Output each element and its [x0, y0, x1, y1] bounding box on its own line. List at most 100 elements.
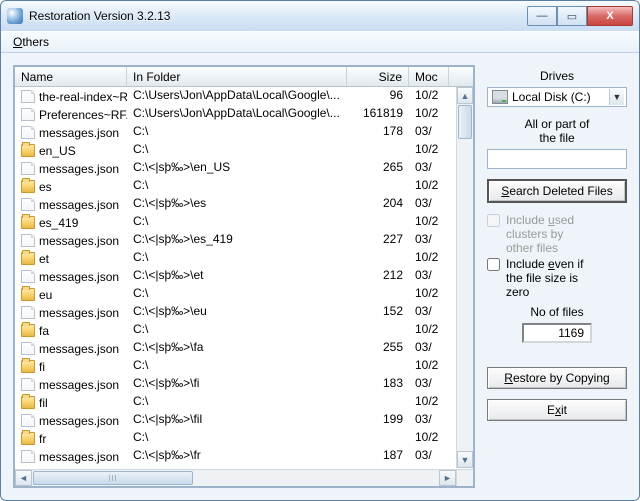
cell-size	[347, 393, 409, 411]
col-folder[interactable]: In Folder	[127, 67, 347, 86]
close-button[interactable]: X	[587, 6, 633, 26]
cell-name: fi	[15, 357, 127, 375]
cell-size: 255	[347, 339, 409, 357]
cell-size: 178	[347, 123, 409, 141]
table-row[interactable]: frC:\10/2	[15, 429, 473, 447]
file-icon	[21, 198, 35, 211]
file-name: messages.json	[39, 450, 119, 464]
file-icon	[21, 234, 35, 247]
cell-size: 187	[347, 447, 409, 465]
cell-name: messages.json	[15, 339, 127, 357]
restore-by-copying-button[interactable]: Restore by Copying	[487, 367, 627, 389]
cell-name: fr	[15, 429, 127, 447]
table-row[interactable]: messages.jsonC:\<|sþ‰>\fa25503/	[15, 339, 473, 357]
col-name[interactable]: Name	[15, 67, 127, 86]
table-row[interactable]: fiC:\10/2	[15, 357, 473, 375]
cell-folder: C:\<|sþ‰>\eu	[127, 303, 347, 321]
maximize-button[interactable]: ▭	[557, 6, 587, 26]
cell-folder: C:\<|sþ‰>\fil	[127, 411, 347, 429]
scroll-right-button[interactable]: ►	[439, 470, 456, 486]
cell-name: en_US	[15, 141, 127, 159]
folder-icon	[21, 432, 35, 445]
cell-size: 161819	[347, 105, 409, 123]
table-row[interactable]: etC:\10/2	[15, 249, 473, 267]
folder-icon	[21, 216, 35, 229]
filename-filter-input[interactable]	[487, 149, 627, 169]
cell-folder: C:\	[127, 141, 347, 159]
vertical-scrollbar[interactable]: ▲ ▼	[456, 87, 473, 468]
cell-size	[347, 285, 409, 303]
file-name: messages.json	[39, 270, 119, 284]
table-row[interactable]: the-real-index~R...C:\Users\Jon\AppData\…	[15, 87, 473, 105]
folder-icon	[21, 396, 35, 409]
drive-select[interactable]: Local Disk (C:) ▼	[487, 87, 627, 107]
cell-name: fil	[15, 393, 127, 411]
table-row[interactable]: en_USC:\10/2	[15, 141, 473, 159]
file-name: messages.json	[39, 378, 119, 392]
cell-mod: 03/	[409, 123, 449, 141]
scroll-up-button[interactable]: ▲	[457, 87, 473, 104]
chevron-down-icon[interactable]: ▼	[609, 89, 624, 105]
exit-button[interactable]: Exit	[487, 399, 627, 421]
table-row[interactable]: filC:\10/2	[15, 393, 473, 411]
cell-folder: C:\<|sþ‰>\es	[127, 195, 347, 213]
list-body[interactable]: the-real-index~R...C:\Users\Jon\AppData\…	[15, 87, 473, 486]
cell-name: the-real-index~R...	[15, 87, 127, 105]
cell-name: messages.json	[15, 123, 127, 141]
vscroll-thumb[interactable]	[458, 105, 472, 139]
horizontal-scrollbar[interactable]: ◄ ►	[15, 469, 456, 486]
cell-folder: C:\	[127, 393, 347, 411]
cell-folder: C:\<|sþ‰>\fi	[127, 375, 347, 393]
table-row[interactable]: faC:\10/2	[15, 321, 473, 339]
cell-name: es_419	[15, 213, 127, 231]
table-row[interactable]: esC:\10/2	[15, 177, 473, 195]
cell-mod: 10/2	[409, 213, 449, 231]
window-buttons: — ▭ X	[527, 6, 633, 26]
table-row[interactable]: messages.jsonC:\<|sþ‰>\fi18303/	[15, 375, 473, 393]
file-name: messages.json	[39, 414, 119, 428]
table-row[interactable]: messages.jsonC:\<|sþ‰>\eu15203/	[15, 303, 473, 321]
file-name: fil	[39, 396, 48, 410]
table-row[interactable]: es_419C:\10/2	[15, 213, 473, 231]
app-window: Restoration Version 3.2.13 — ▭ X Others …	[0, 0, 640, 501]
file-name: messages.json	[39, 198, 119, 212]
cell-name: et	[15, 249, 127, 267]
file-name: fa	[39, 324, 49, 338]
table-row[interactable]: messages.jsonC:\<|sþ‰>\fil19903/	[15, 411, 473, 429]
cell-name: messages.json	[15, 267, 127, 285]
col-size[interactable]: Size	[347, 67, 409, 86]
search-deleted-files-button[interactable]: Search Deleted Files	[487, 179, 627, 203]
scroll-down-button[interactable]: ▼	[457, 451, 473, 468]
no-of-files-value: 1169	[522, 323, 592, 343]
minimize-button[interactable]: —	[527, 6, 557, 26]
cell-mod: 03/	[409, 159, 449, 177]
scroll-left-button[interactable]: ◄	[15, 470, 32, 486]
table-row[interactable]: messages.jsonC:\<|sþ‰>\fr18703/	[15, 447, 473, 465]
file-name: messages.json	[39, 162, 119, 176]
cell-mod: 10/2	[409, 429, 449, 447]
cell-folder: C:\	[127, 177, 347, 195]
file-name: the-real-index~R...	[39, 90, 127, 104]
cell-folder: C:\<|sþ‰>\es_419	[127, 231, 347, 249]
table-row[interactable]: messages.jsonC:\17803/	[15, 123, 473, 141]
hscroll-thumb[interactable]	[33, 471, 193, 485]
table-row[interactable]: euC:\10/2	[15, 285, 473, 303]
col-mod[interactable]: Moc	[409, 67, 449, 86]
menu-others[interactable]: Others	[7, 33, 55, 51]
table-row[interactable]: messages.jsonC:\<|sþ‰>\et21203/	[15, 267, 473, 285]
cell-size: 212	[347, 267, 409, 285]
cell-mod: 03/	[409, 303, 449, 321]
table-row[interactable]: messages.jsonC:\<|sþ‰>\es20403/	[15, 195, 473, 213]
include-zero-size-checkbox[interactable]: Include even if the file size is zero	[487, 257, 627, 299]
table-row[interactable]: Preferences~RF...C:\Users\Jon\AppData\Lo…	[15, 105, 473, 123]
title-bar[interactable]: Restoration Version 3.2.13 — ▭ X	[1, 1, 639, 31]
cell-size: 152	[347, 303, 409, 321]
table-row[interactable]: messages.jsonC:\<|sþ‰>\en_US26503/	[15, 159, 473, 177]
table-row[interactable]: messages.jsonC:\<|sþ‰>\es_41922703/	[15, 231, 473, 249]
cell-mod: 03/	[409, 375, 449, 393]
cell-size: 265	[347, 159, 409, 177]
cell-mod: 03/	[409, 447, 449, 465]
cell-name: messages.json	[15, 411, 127, 429]
cell-mod: 03/	[409, 231, 449, 249]
include-zero-size-input[interactable]	[487, 258, 500, 271]
